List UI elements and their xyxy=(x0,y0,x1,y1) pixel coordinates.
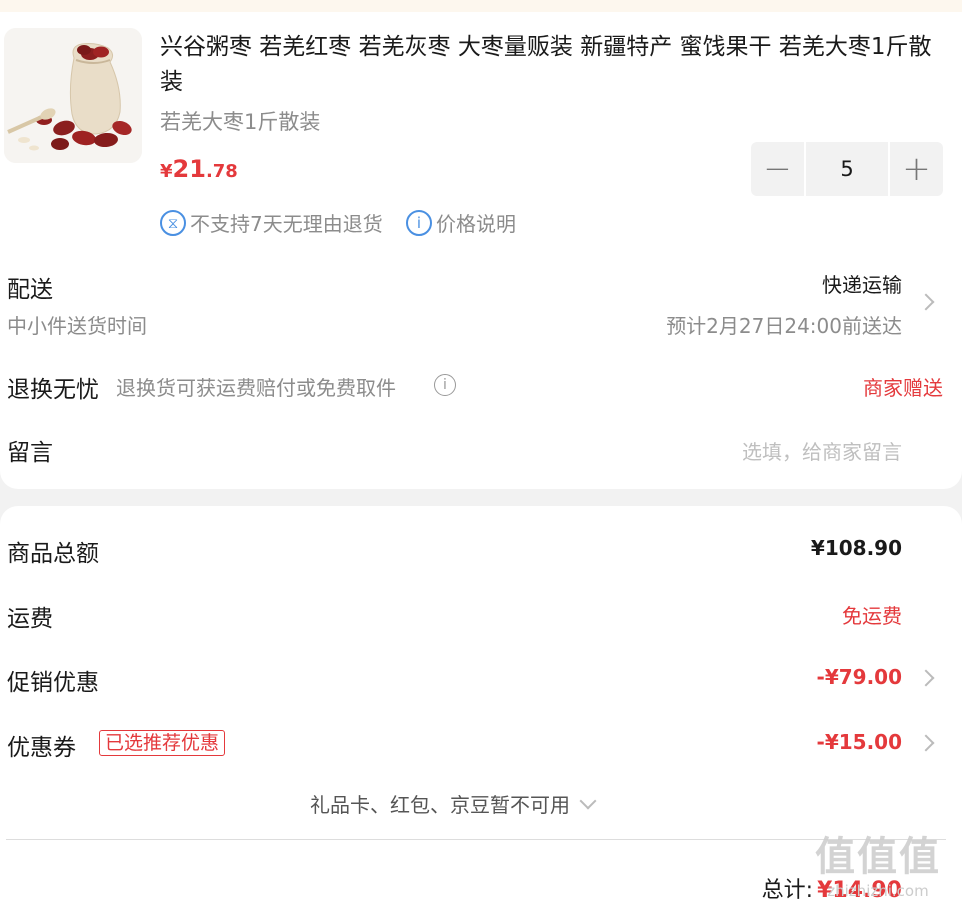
summary-divider xyxy=(6,839,946,840)
goods-total-label: 商品总额 xyxy=(7,541,99,567)
product-image-art xyxy=(4,28,142,163)
watermark-text: 值值值 xyxy=(815,834,941,880)
returns-status: 商家赠送 xyxy=(863,376,943,400)
delivery-eta: 预计2月27日24:00前送达 xyxy=(666,314,902,338)
chevron-down-icon xyxy=(579,792,597,809)
returns-info-icon[interactable]: i xyxy=(434,374,456,396)
quantity-increase-button[interactable]: + xyxy=(890,142,943,196)
message-input[interactable]: 选填，给商家留言 xyxy=(742,436,902,465)
info-icon: i xyxy=(406,209,432,236)
quantity-input[interactable]: 5 xyxy=(806,142,888,196)
total-label: 总计: xyxy=(761,878,814,903)
goods-total-value: ¥108.90 xyxy=(810,536,902,560)
minus-icon: − xyxy=(763,149,792,189)
watermark-url: zhizhizhi.com xyxy=(827,882,929,900)
shipping-label: 运费 xyxy=(7,606,53,632)
price-note-link[interactable]: i 价格说明 xyxy=(406,208,516,237)
message-label: 留言 xyxy=(7,440,53,466)
coupon-value[interactable]: -¥15.00 xyxy=(817,730,902,754)
watermark: 值值值 zhizhizhi.com xyxy=(815,824,941,900)
promo-value[interactable]: -¥79.00 xyxy=(817,665,902,689)
price-currency: ¥ xyxy=(160,161,173,182)
delivery-sub: 中小件送货时间 xyxy=(7,314,147,338)
price-note-text: 价格说明 xyxy=(436,212,516,236)
delivery-chevron-icon[interactable] xyxy=(917,293,935,311)
promo-label: 促销优惠 xyxy=(7,670,99,696)
shipping-value: 免运费 xyxy=(842,604,902,628)
no-return-notice[interactable]: ⧖ 不支持7天无理由退货 xyxy=(160,208,383,237)
coupon-label: 优惠券 xyxy=(7,735,76,761)
delivery-label: 配送 xyxy=(7,277,53,303)
quantity-decrease-button[interactable]: − xyxy=(751,142,804,196)
returns-label: 退换无忧 xyxy=(7,377,99,403)
price-integer: 21 xyxy=(172,155,206,183)
coupon-chevron-icon[interactable] xyxy=(917,734,935,752)
product-title[interactable]: 兴谷粥枣 若羌红枣 若羌灰枣 大枣量贩装 新疆特产 蜜饯果干 若羌大枣1斤散装 xyxy=(160,30,950,100)
price-decimal: .78 xyxy=(205,161,238,182)
product-price: ¥21.78 xyxy=(160,155,238,183)
order-summary-card: 商品总额 ¥108.90 运费 免运费 促销优惠 -¥79.00 优惠券 已选推… xyxy=(0,506,962,912)
no-return-icon: ⧖ xyxy=(160,209,186,236)
quantity-stepper: − 5 + xyxy=(751,142,943,196)
coupon-tag[interactable]: 已选推荐优惠 xyxy=(99,730,226,756)
product-spec: 若羌大枣1斤散装 xyxy=(160,110,321,134)
delivery-method[interactable]: 快递运输 xyxy=(822,269,902,298)
promo-chevron-icon[interactable] xyxy=(917,669,935,687)
returns-desc: 退换货可获运费赔付或免费取件 xyxy=(116,376,396,400)
gift-note-text: 礼品卡、红包、京豆暂不可用 xyxy=(310,793,570,817)
product-image[interactable] xyxy=(4,28,142,163)
plus-icon: + xyxy=(902,149,931,189)
no-return-text: 不支持7天无理由退货 xyxy=(190,212,383,236)
top-strip xyxy=(0,0,962,12)
product-card: 兴谷粥枣 若羌红枣 若羌灰枣 大枣量贩装 新疆特产 蜜饯果干 若羌大枣1斤散装 … xyxy=(0,12,962,489)
gift-note-toggle[interactable]: 礼品卡、红包、京豆暂不可用 xyxy=(310,789,597,818)
